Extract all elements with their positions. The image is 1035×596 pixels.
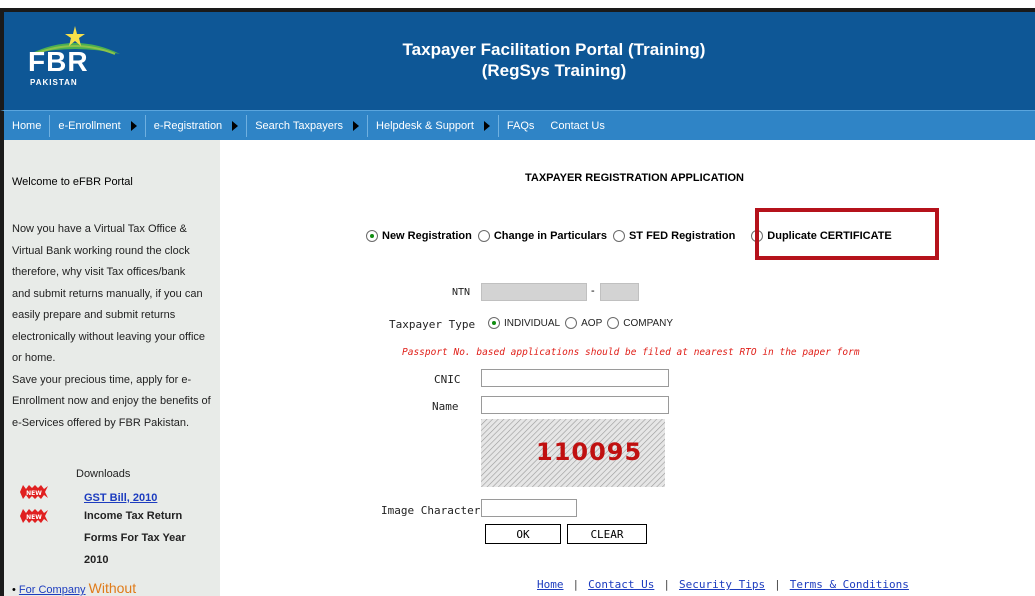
- radio-aop[interactable]: AOP: [565, 317, 602, 329]
- logo-text: FBR: [28, 46, 89, 77]
- submenu-arrow-icon: [130, 120, 137, 131]
- income-tax-forms-text[interactable]: Income Tax Return Forms For Tax Year 201…: [84, 505, 186, 571]
- gst-bill-link[interactable]: GST Bill, 2010: [84, 492, 157, 504]
- frame-top: [0, 0, 1035, 8]
- footer-home-link[interactable]: Home: [537, 578, 564, 591]
- nav-contact-us[interactable]: Contact Us: [542, 111, 612, 141]
- downloads-heading: Downloads: [76, 468, 131, 480]
- radio-label: COMPANY: [623, 317, 674, 329]
- radio-checked-icon[interactable]: [366, 230, 378, 242]
- name-input[interactable]: [481, 396, 669, 414]
- page-heading: Taxpayer Facilitation Portal (Training) …: [304, 40, 804, 81]
- cnic-label: CNIC: [434, 373, 461, 386]
- nav-home[interactable]: Home: [4, 111, 49, 141]
- submenu-arrow-icon: [353, 120, 360, 131]
- portal-subtitle: (RegSys Training): [481, 61, 627, 80]
- nav-contact-us-label: Contact Us: [550, 119, 605, 132]
- ok-button[interactable]: OK: [485, 524, 561, 544]
- sidebar-line: Virtual Bank working round the clock: [12, 244, 190, 257]
- svg-text:NEW: NEW: [26, 514, 42, 521]
- nav-e-enrollment-label: e-Enrollment: [58, 119, 121, 132]
- highlight-annotation-box: [755, 208, 939, 260]
- radio-individual[interactable]: INDIVIDUAL: [488, 317, 560, 329]
- nav-faqs-label: FAQs: [506, 119, 535, 132]
- for-company-link[interactable]: For Company: [19, 584, 86, 596]
- ntn-label: NTN: [452, 287, 471, 298]
- footer-security-tips-link[interactable]: Security Tips: [679, 578, 765, 591]
- radio-company[interactable]: COMPANY: [607, 317, 673, 329]
- cnic-input[interactable]: [481, 369, 669, 387]
- nav-faqs[interactable]: FAQs: [499, 111, 543, 141]
- nav-helpdesk-support[interactable]: Helpdesk & Support: [368, 111, 498, 141]
- footer-separator: |: [572, 578, 580, 591]
- nav-search-taxpayers-label: Search Taxpayers: [255, 119, 344, 132]
- radio-checked-icon[interactable]: [488, 317, 500, 329]
- radio-label: ST FED Registration: [628, 230, 736, 242]
- without-text: Without: [88, 580, 137, 596]
- footer-separator: |: [663, 578, 670, 591]
- logo-subtext: PAKISTAN: [30, 78, 78, 87]
- income-tax-line: Income Tax Return: [84, 510, 183, 522]
- portal-title: Taxpayer Facilitation Portal (Training): [402, 40, 706, 59]
- new-badge-icon: NEW: [20, 509, 48, 523]
- sidebar-intro-text: Now you have a Virtual Tax Office & Virt…: [12, 219, 222, 434]
- submenu-arrow-icon: [232, 120, 239, 131]
- sidebar: Welcome to eFBR Portal Now you have a Vi…: [0, 140, 220, 596]
- main-nav: Home e-Enrollment e-Registration Search …: [0, 110, 1035, 140]
- sidebar-line: electronically without leaving your offi…: [12, 330, 206, 343]
- image-character-input[interactable]: [481, 499, 577, 517]
- nav-e-registration[interactable]: e-Registration: [146, 111, 246, 141]
- submenu-arrow-icon: [483, 120, 490, 131]
- income-tax-line: Forms For Tax Year: [84, 532, 186, 544]
- income-tax-line: 2010: [84, 554, 109, 566]
- sidebar-line: or home.: [12, 352, 56, 364]
- captcha-code-text: 110095: [536, 438, 643, 466]
- sidebar-line: Save your precious time, apply for e-: [12, 373, 192, 386]
- radio-unchecked-icon[interactable]: [565, 317, 578, 329]
- footer-links: Home | Contact Us | Security Tips | Term…: [537, 578, 909, 591]
- ntn-field-check-digit[interactable]: [600, 283, 639, 301]
- new-badge-icon: NEW: [20, 485, 48, 499]
- radio-unchecked-icon[interactable]: [607, 317, 620, 329]
- ntn-dash: -: [591, 285, 595, 297]
- sidebar-line: Now you have a Virtual Tax Office &: [12, 223, 187, 235]
- nav-e-registration-label: e-Registration: [153, 119, 223, 132]
- sidebar-line: and submit returns manually, if you can: [12, 287, 203, 300]
- nav-search-taxpayers[interactable]: Search Taxpayers: [247, 111, 367, 141]
- bullet-icon: •: [12, 584, 19, 596]
- radio-change-in-particulars[interactable]: Change in Particulars: [477, 230, 607, 242]
- company-download-item[interactable]: • For Company Without: [12, 580, 136, 596]
- radio-label: AOP: [581, 317, 603, 329]
- taxpayer-type-radios: INDIVIDUAL AOP COMPANY: [488, 317, 678, 329]
- form-title: TAXPAYER REGISTRATION APPLICATION: [525, 172, 744, 184]
- name-label: Name: [432, 400, 459, 413]
- radio-st-fed-registration[interactable]: ST FED Registration: [612, 230, 736, 242]
- clear-button[interactable]: CLEAR: [567, 524, 647, 544]
- radio-new-registration[interactable]: New Registration: [366, 230, 472, 242]
- ntn-field-main[interactable]: [481, 283, 587, 301]
- taxpayer-type-label: Taxpayer Type: [389, 318, 476, 331]
- radio-unchecked-icon[interactable]: [477, 230, 490, 242]
- sidebar-line: therefore, why visit Tax offices/bank: [12, 266, 186, 278]
- radio-label: Change in Particulars: [493, 230, 607, 242]
- footer-contact-link[interactable]: Contact Us: [588, 578, 654, 591]
- passport-warning-text: Passport No. based applications should b…: [402, 347, 860, 358]
- image-character-label: Image Character: [381, 504, 481, 517]
- sidebar-welcome-heading: Welcome to eFBR Portal: [12, 176, 133, 188]
- nav-home-label: Home: [12, 119, 42, 132]
- footer-separator: |: [774, 578, 781, 591]
- nav-helpdesk-label: Helpdesk & Support: [376, 119, 474, 132]
- radio-label: New Registration: [382, 230, 472, 242]
- footer-terms-link[interactable]: Terms & Conditions: [790, 578, 909, 591]
- sidebar-line: e-Services offered by FBR Pakistan.: [12, 416, 190, 429]
- radio-label: INDIVIDUAL: [504, 317, 561, 329]
- sidebar-line: Enrollment now and enjoy the benefits of: [12, 395, 211, 407]
- radio-unchecked-icon[interactable]: [612, 230, 625, 242]
- sidebar-line: easily prepare and submit returns: [12, 309, 176, 321]
- header-banner: FBR PAKISTAN Taxpayer Facilitation Porta…: [0, 12, 1035, 110]
- nav-e-enrollment[interactable]: e-Enrollment: [50, 111, 144, 141]
- svg-text:NEW: NEW: [26, 490, 42, 497]
